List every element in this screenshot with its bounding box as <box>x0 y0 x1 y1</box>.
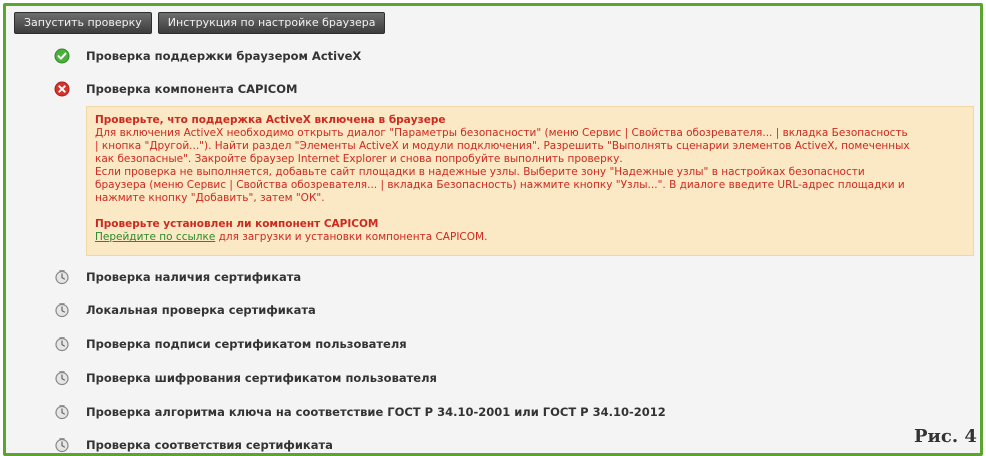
check-label: Проверка компонента CAPICOM <box>86 82 298 96</box>
check-row-user-encryption: Проверка шифрования сертификатом пользов… <box>54 370 437 386</box>
clock-icon <box>54 336 70 352</box>
check-label: Проверка подписи сертификатом пользовате… <box>86 337 407 351</box>
check-row-gost-algorithm: Проверка алгоритма ключа на соответствие… <box>54 404 666 420</box>
check-row-certificate-presence: Проверка наличия сертификата <box>54 269 301 285</box>
check-label: Проверка наличия сертификата <box>86 270 302 284</box>
activex-instruction-line: как безопасные". Закройте браузер Intern… <box>95 153 623 165</box>
check-row-activex: Проверка поддержки браузером ActiveX <box>54 48 361 64</box>
activex-instruction-line: Для включения ActiveX необходимо открыть… <box>95 127 908 139</box>
capicom-download-line: Перейдите по ссылке для загрузки и устан… <box>95 231 965 244</box>
check-window: Запустить проверку Инструкция по настрой… <box>3 3 983 456</box>
check-label: Проверка соответствия сертификата <box>86 438 333 452</box>
activex-error-title: Проверьте, что поддержка ActiveX включен… <box>95 114 446 126</box>
capicom-error-title: Проверьте установлен ли компонент CAPICO… <box>95 218 379 230</box>
clock-icon <box>54 404 70 420</box>
activex-instruction-line: | кнопка "Другой..."). Найти раздел "Эле… <box>95 140 910 152</box>
check-row-capicom: Проверка компонента CAPICOM <box>54 81 297 97</box>
browser-instructions-button[interactable]: Инструкция по настройке браузера <box>157 12 386 34</box>
check-row-certificate-compliance: Проверка соответствия сертификата <box>54 437 333 453</box>
clock-icon <box>54 269 70 285</box>
clock-icon <box>54 302 70 318</box>
clock-icon <box>54 370 70 386</box>
run-check-button[interactable]: Запустить проверку <box>14 12 152 34</box>
trusted-sites-line: нажмите кнопку "Добавить", затем "ОК". <box>95 192 325 204</box>
check-label: Проверка алгоритма ключа на соответствие… <box>86 405 666 419</box>
toolbar: Запустить проверку Инструкция по настрой… <box>14 12 386 34</box>
check-label: Проверка шифрования сертификатом пользов… <box>86 371 437 385</box>
check-row-user-signature: Проверка подписи сертификатом пользовате… <box>54 336 407 352</box>
trusted-sites-line: браузера (меню Сервис | Свойства обозрев… <box>95 179 905 191</box>
clock-icon <box>54 437 70 453</box>
figure-label: Рис. 4 <box>914 426 977 447</box>
check-label: Проверка поддержки браузером ActiveX <box>86 49 362 63</box>
check-row-local-certificate: Локальная проверка сертификата <box>54 302 316 318</box>
trusted-sites-line: Если проверка не выполняется, добавьте с… <box>95 166 865 178</box>
capicom-download-text: для загрузки и установки компонента CAPI… <box>215 231 488 243</box>
error-circle-icon <box>54 81 70 97</box>
check-circle-icon <box>54 48 70 64</box>
error-details-panel: Проверьте, что поддержка ActiveX включен… <box>86 106 974 256</box>
capicom-download-link[interactable]: Перейдите по ссылке <box>95 231 215 243</box>
check-label: Локальная проверка сертификата <box>86 303 316 317</box>
